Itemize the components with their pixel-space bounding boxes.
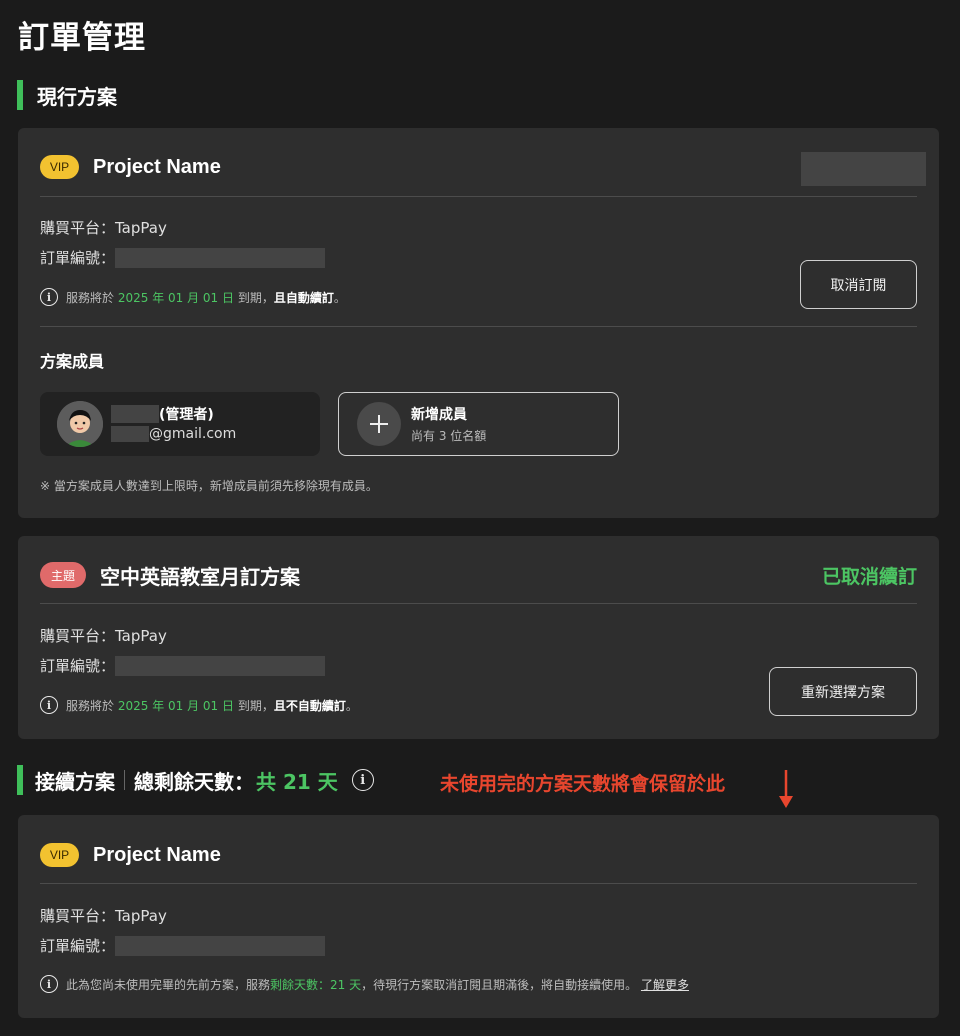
plan-name: Project Name bbox=[93, 155, 221, 178]
order-number-row: 訂單編號： bbox=[40, 655, 326, 676]
renewal-note: i 服務將於 2025 年 01 月 01 日 到期， 且自動續訂。 bbox=[40, 288, 346, 306]
section-title-current: 現行方案 bbox=[37, 84, 117, 109]
members-title: 方案成員 bbox=[40, 352, 105, 371]
topic-badge: 主題 bbox=[40, 562, 86, 588]
section-continue-header: 接續方案 總剩餘天數： 共 21 天 i bbox=[17, 765, 382, 795]
cancel-subscription-button[interactable]: 取消訂閱 bbox=[800, 260, 917, 309]
info-icon: i bbox=[40, 696, 58, 714]
divider bbox=[40, 883, 917, 884]
member-name-redacted bbox=[111, 405, 159, 423]
purchase-platform: 購買平台：TapPay bbox=[40, 627, 167, 645]
renewal-note: i 服務將於 2025 年 01 月 01 日 到期， 且不自動續訂。 bbox=[40, 696, 358, 714]
avatar bbox=[57, 401, 103, 447]
learn-more-link[interactable]: 了解更多 bbox=[641, 976, 689, 993]
page-title: 訂單管理 bbox=[18, 20, 146, 56]
info-icon: i bbox=[40, 975, 58, 993]
order-number-redacted bbox=[115, 655, 326, 676]
member-role: (管理者) bbox=[159, 407, 214, 423]
members-limit-note: ※ 當方案成員人數達到上限時，新增成員前須先移除現有成員。 bbox=[40, 479, 378, 493]
total-days-value: 共 21 天 bbox=[256, 769, 338, 794]
purchase-platform: 購買平台：TapPay bbox=[40, 219, 167, 237]
expiry-date: 2025 年 01 月 01 日 bbox=[117, 290, 234, 305]
add-member-title: 新增成員 bbox=[411, 407, 467, 423]
member-email-redacted bbox=[111, 426, 149, 442]
divider bbox=[40, 196, 917, 197]
topic-plan-card: 主題 空中英語教室月訂方案 已取消續訂 購買平台：TapPay 訂單編號： i … bbox=[18, 536, 939, 739]
divider bbox=[40, 326, 917, 327]
member-card[interactable]: (管理者) @gmail.com bbox=[40, 392, 320, 456]
title-separator bbox=[124, 770, 125, 790]
section-accent-bar bbox=[17, 80, 23, 110]
order-number-label: 訂單編號： bbox=[40, 937, 116, 955]
reselect-plan-button[interactable]: 重新選擇方案 bbox=[769, 667, 917, 716]
status-badge: 已取消續訂 bbox=[821, 565, 917, 588]
add-member-button[interactable]: 新增成員 尚有 3 位名額 bbox=[338, 392, 619, 456]
order-number-row: 訂單編號： bbox=[40, 935, 326, 956]
redacted-block bbox=[801, 152, 926, 186]
order-number-redacted bbox=[115, 935, 326, 956]
remaining-days: 剩餘天數：21 天 bbox=[270, 977, 362, 992]
add-member-quota: 尚有 3 位名額 bbox=[411, 429, 487, 443]
order-number-redacted bbox=[115, 247, 326, 268]
member-info: (管理者) @gmail.com bbox=[111, 404, 236, 444]
current-plan-header: VIP Project Name bbox=[40, 152, 917, 182]
plan-name: 空中英語教室月訂方案 bbox=[100, 566, 300, 589]
expiry-date: 2025 年 01 月 01 日 bbox=[117, 698, 234, 713]
order-number-row: 訂單編號： bbox=[40, 247, 326, 268]
section-accent-bar bbox=[17, 765, 23, 795]
info-icon[interactable]: i bbox=[351, 769, 374, 791]
current-plan-card: VIP Project Name 購買平台：TapPay 訂單編號： i 服務將… bbox=[18, 128, 939, 518]
continue-plan-header: VIP Project Name bbox=[40, 840, 917, 870]
arrow-down-icon bbox=[779, 770, 793, 808]
total-days-label: 總剩餘天數： bbox=[134, 769, 254, 794]
purchase-platform: 購買平台：TapPay bbox=[40, 907, 167, 925]
annotation-text: 未使用完的方案天數將會保留於此 bbox=[440, 773, 726, 795]
plus-icon bbox=[357, 402, 401, 446]
section-title-continue: 接續方案 bbox=[35, 769, 115, 794]
member-email: @gmail.com bbox=[149, 426, 237, 442]
divider bbox=[40, 603, 917, 604]
continue-note: i 此為您尚未使用完畢的先前方案，服務 剩餘天數：21 天，待現行方案取消訂閱且期… bbox=[40, 975, 689, 993]
topic-plan-header: 主題 空中英語教室月訂方案 已取消續訂 bbox=[40, 560, 917, 590]
continue-plan-card: VIP Project Name 購買平台：TapPay 訂單編號： i 此為您… bbox=[18, 815, 939, 1018]
vip-badge: VIP bbox=[40, 155, 79, 179]
order-number-label: 訂單編號： bbox=[40, 657, 116, 675]
vip-badge: VIP bbox=[40, 843, 79, 867]
section-current-header: 現行方案 bbox=[17, 80, 117, 110]
order-number-label: 訂單編號： bbox=[40, 249, 116, 267]
info-icon: i bbox=[40, 288, 58, 306]
plan-name: Project Name bbox=[93, 843, 221, 866]
